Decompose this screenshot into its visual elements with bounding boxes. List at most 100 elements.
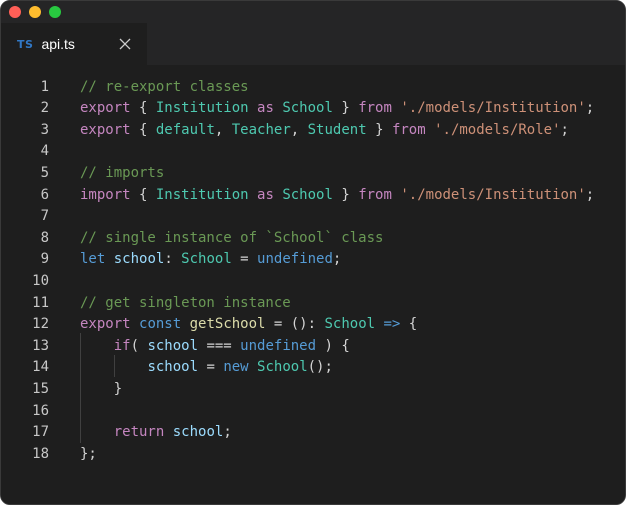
code-token: import xyxy=(80,186,131,203)
code-line[interactable]: 5 // imports xyxy=(1,163,625,185)
close-icon[interactable] xyxy=(117,36,133,52)
close-window-button[interactable] xyxy=(9,6,21,18)
code-content: }; xyxy=(80,444,97,466)
code-token: export xyxy=(80,100,131,117)
tab-label: api.ts xyxy=(41,36,75,52)
code-line[interactable]: 2 export { Institution as School } from '… xyxy=(1,98,625,120)
code-token: const xyxy=(139,316,182,333)
line-number: 11 xyxy=(32,294,49,311)
code-token: from xyxy=(358,100,392,117)
code-token: ; xyxy=(332,251,342,268)
line-number: 17 xyxy=(32,424,49,441)
code-token: { xyxy=(400,316,418,333)
zoom-window-button[interactable] xyxy=(49,6,61,18)
code-line[interactable]: 12 export const getSchool = (): School =>… xyxy=(1,314,625,336)
line-number: 14 xyxy=(32,359,49,376)
code-line[interactable]: 16 xyxy=(1,401,625,423)
tab-bar: TS api.ts xyxy=(1,23,625,65)
code-token: export xyxy=(80,316,131,333)
code-token: } xyxy=(80,380,123,397)
code-line[interactable]: 10 xyxy=(1,271,625,293)
code-line[interactable]: 7 xyxy=(1,206,625,228)
code-token: === xyxy=(198,337,241,354)
code-token: , xyxy=(290,121,308,138)
line-number: 3 xyxy=(40,121,49,138)
line-number: 12 xyxy=(32,316,49,333)
code-content: // single instance of `School` class xyxy=(80,228,383,250)
code-token: (); xyxy=(307,359,333,376)
code-token: school xyxy=(147,337,199,354)
code-token: // get singleton instance xyxy=(80,294,291,311)
code-content: // get singleton instance xyxy=(80,293,291,315)
line-number: 13 xyxy=(32,337,49,354)
line-number: 4 xyxy=(40,143,49,160)
code-line[interactable]: 13 if( school === undefined ) { xyxy=(1,336,625,358)
code-token: : xyxy=(164,251,182,268)
code-token: ; xyxy=(223,424,232,441)
code-content: // re-export classes xyxy=(80,77,249,99)
line-number: 6 xyxy=(40,186,49,203)
code-token: // single instance of `School` class xyxy=(80,229,384,246)
code-line[interactable]: 1 // re-export classes xyxy=(1,77,625,99)
code-token: } xyxy=(366,121,392,138)
code-token: ; xyxy=(585,100,595,117)
line-number: 9 xyxy=(40,251,49,268)
code-token: undefined xyxy=(257,251,333,268)
code-content: } xyxy=(80,379,122,401)
code-token: getSchool xyxy=(189,316,266,333)
code-token: as xyxy=(257,100,274,117)
line-number: 8 xyxy=(40,229,49,246)
line-number: 16 xyxy=(32,402,49,419)
code-token: = (): xyxy=(265,316,325,333)
code-token: // re-export classes xyxy=(80,78,249,95)
code-line[interactable]: 11 // get singleton instance xyxy=(1,293,625,315)
code-line[interactable]: 18}; xyxy=(1,444,625,466)
code-content: return school; xyxy=(80,422,232,444)
code-line[interactable]: 4 xyxy=(1,141,625,163)
title-bar xyxy=(1,1,625,23)
line-number: 18 xyxy=(32,445,49,462)
code-token: school xyxy=(113,251,165,268)
code-line[interactable]: 6 import { Institution as School } from '… xyxy=(1,185,625,207)
code-token: export xyxy=(80,121,131,138)
code-editor[interactable]: 1 // re-export classes 2 export { Instituti… xyxy=(1,65,625,504)
code-token: = xyxy=(198,359,224,376)
code-content: // imports xyxy=(80,163,164,185)
code-token: undefined xyxy=(240,337,317,354)
code-token: , xyxy=(214,121,232,138)
code-line[interactable]: 8 // single instance of `School` class xyxy=(1,228,625,250)
code-token: return xyxy=(113,424,165,441)
line-number: 1 xyxy=(40,78,49,95)
code-line[interactable]: 3 export { default, Teacher, Student } fr… xyxy=(1,120,625,142)
line-number: 10 xyxy=(32,272,49,289)
code-content: if( school === undefined ) { xyxy=(80,336,350,358)
code-line[interactable]: 9 let school: School = undefined; xyxy=(1,249,625,271)
code-content: export { default, Teacher, Student } fro… xyxy=(80,120,569,142)
minimize-window-button[interactable] xyxy=(29,6,41,18)
editor-window: TS api.ts 1 // re-export classes 2 export {… xyxy=(0,0,626,505)
code-token: from xyxy=(358,186,392,203)
code-token: School xyxy=(324,316,376,333)
typescript-file-icon: TS xyxy=(17,37,34,51)
code-token: from xyxy=(391,121,426,138)
code-token: default xyxy=(155,121,215,138)
code-token: } xyxy=(332,186,359,203)
code-token: School xyxy=(181,251,232,268)
code-token: school xyxy=(147,359,199,376)
code-token: './models/Institution' xyxy=(400,100,586,117)
code-line[interactable]: 15 } xyxy=(1,379,625,401)
code-token: { xyxy=(130,186,156,203)
code-line[interactable]: 17 return school; xyxy=(1,422,625,444)
code-token: Institution xyxy=(155,100,249,117)
code-token: ; xyxy=(585,186,595,203)
tab-api-ts[interactable]: TS api.ts xyxy=(1,23,147,65)
code-line[interactable]: 14 school = new School(); xyxy=(1,357,625,379)
line-number: 2 xyxy=(40,100,49,117)
